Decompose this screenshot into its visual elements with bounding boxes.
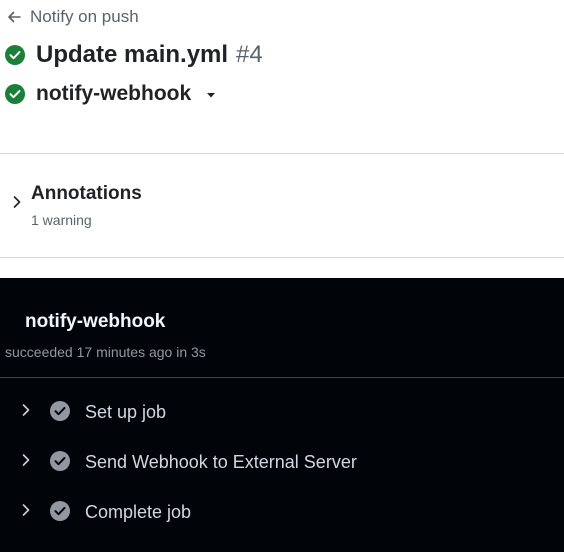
step-check-icon xyxy=(50,401,70,421)
job-log-panel: notify-webhook succeeded 17 minutes ago … xyxy=(0,278,564,552)
chevron-right-icon xyxy=(22,504,30,516)
step-label: Send Webhook to External Server xyxy=(85,452,357,472)
caret-down-icon xyxy=(207,93,216,98)
job-selector-label: notify-webhook xyxy=(36,82,192,105)
chevron-right-icon xyxy=(22,454,30,466)
arrow-left-icon xyxy=(8,11,21,23)
step-label: Complete job xyxy=(85,502,192,522)
divider xyxy=(0,377,564,378)
job-selector[interactable]: notify-webhook xyxy=(5,80,217,108)
step-label: Set up job xyxy=(85,402,167,422)
success-check-icon xyxy=(5,84,25,104)
annotations-title: Annotations xyxy=(31,183,142,204)
job-name: notify-webhook xyxy=(25,311,166,332)
divider xyxy=(0,257,564,258)
step-row[interactable]: Set up job xyxy=(0,393,564,429)
step-row[interactable]: Send Webhook to External Server xyxy=(0,443,564,479)
run-title: Update main.yml xyxy=(36,41,229,68)
chevron-right-icon xyxy=(13,196,21,208)
annotations-count: 1 warning xyxy=(31,212,92,228)
job-status: succeeded 17 minutes ago in 3s xyxy=(5,344,206,360)
chevron-right-icon xyxy=(22,404,30,416)
step-row[interactable]: Complete job xyxy=(0,493,564,529)
divider xyxy=(0,153,564,154)
step-check-icon xyxy=(50,501,70,521)
run-number: #4 xyxy=(236,41,263,68)
success-check-icon xyxy=(5,45,25,65)
annotations-toggle[interactable]: Annotations 1 warning xyxy=(0,174,564,236)
back-link[interactable]: Notify on push xyxy=(6,6,139,28)
back-link-label: Notify on push xyxy=(30,7,139,26)
step-check-icon xyxy=(50,451,70,471)
run-title-row: Update main.yml #4 xyxy=(5,40,263,70)
